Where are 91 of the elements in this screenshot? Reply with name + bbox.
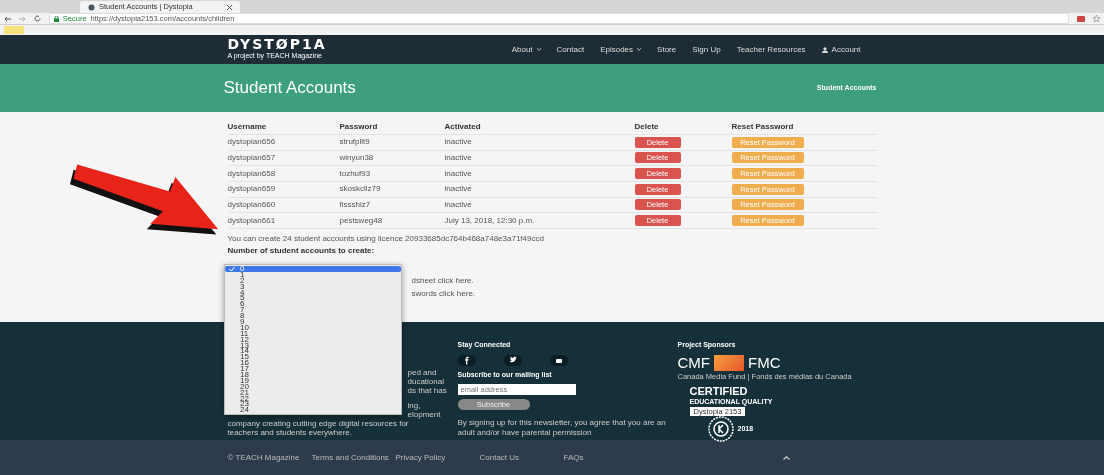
extension-icon[interactable] (1077, 15, 1086, 22)
dropdown-option[interactable]: 1 (225, 271, 401, 278)
sponsor-logo-text: FMC (748, 355, 781, 370)
table-cell: inactive (444, 165, 635, 182)
dropdown-option[interactable]: 5 (225, 295, 401, 302)
dropdown-option[interactable]: 21 (225, 389, 401, 396)
logo[interactable]: DYSTØP1A (227, 37, 327, 52)
column-header: Username (227, 120, 340, 135)
caret-icon (637, 48, 642, 51)
table-cell: fissshiz7 (339, 197, 445, 213)
check-icon (229, 266, 235, 272)
page-title: Student Accounts (223, 77, 356, 100)
field-label: Number of student accounts to create: (227, 245, 376, 258)
table-cell: inactive (444, 181, 635, 198)
dropdown-option[interactable]: 14 (225, 348, 401, 355)
footer-text: ing, (407, 401, 422, 410)
table-cell: strufplit9 (339, 134, 445, 151)
dropdown-option[interactable]: 15 (225, 354, 401, 361)
badge-title: CERTIFIED (689, 385, 748, 397)
star-icon[interactable] (1093, 15, 1100, 22)
newsletter-note: By signing up for this newsletter, you agree that you are an adult and/or have parental permission (457, 418, 667, 438)
dropdown-option[interactable]: 22 (225, 395, 401, 402)
footer-text: ped and (407, 368, 438, 377)
logo-image (714, 354, 744, 371)
dropdown-option[interactable]: 3 (225, 283, 401, 290)
table-cell: tozhuf93 (339, 165, 445, 182)
globe-icon (88, 3, 95, 11)
table-cell: inactive (444, 134, 635, 151)
dropdown-option[interactable]: 24 (225, 407, 401, 414)
table-cell: pestsweg48 (339, 212, 445, 229)
table-cell: dystopian660 (227, 197, 340, 213)
column-header: Password (339, 120, 445, 135)
table-cell: winyun38 (339, 150, 445, 166)
chevron-up-icon[interactable] (782, 455, 790, 460)
table-cell: July 13, 2018, 12:30 p.m. (444, 212, 635, 229)
footer-text: ds that has (407, 386, 448, 395)
dropdown-option[interactable]: 2 (225, 277, 401, 284)
table-cell: dystopian656 (227, 134, 340, 151)
lock-icon (53, 15, 59, 22)
sponsor-logo-text: CMF (677, 355, 710, 370)
footer-link[interactable]: Contact Us (479, 454, 564, 461)
table-cell: dystopian659 (227, 181, 340, 198)
footer-text: company creating cutting edge digital resources for (227, 419, 410, 428)
column-header: Reset Password (731, 120, 877, 135)
table-cell: skoskcliz79 (339, 181, 445, 198)
dropdown-option[interactable]: 6 (225, 301, 401, 308)
column-header: Activated (444, 120, 635, 135)
table-cell: inactive (444, 197, 635, 213)
nav-link[interactable]: Episodes (600, 43, 642, 56)
dropdown-option[interactable]: 9 (225, 319, 401, 325)
footer-text: ducational (407, 377, 445, 386)
dropdown-option[interactable]: 11 (225, 330, 401, 337)
dropdown-option[interactable]: 16 (225, 360, 401, 367)
footer-link[interactable]: Privacy Policy (395, 454, 480, 461)
user-icon (821, 46, 828, 53)
dropdown-option[interactable]: 13 (225, 342, 401, 349)
dropdown-option[interactable]: 8 (225, 313, 401, 319)
column-header: Delete (634, 120, 732, 135)
nav-link[interactable]: About (511, 43, 541, 56)
licence-text: You can create 24 student accounts using licence 20933685dc764b468a748e3a71f49ccd (227, 233, 545, 246)
nav-link[interactable]: Teacher Resources (736, 43, 806, 56)
link-text[interactable]: dsheet click here. (411, 275, 877, 288)
footer-link[interactable]: FAQs (563, 454, 648, 461)
dropdown-option[interactable]: 7 (225, 307, 401, 314)
nav-link[interactable]: Store (657, 43, 677, 56)
dropdown-option[interactable]: 23 (225, 401, 401, 408)
close-icon[interactable] (227, 4, 232, 10)
nav-link[interactable]: Sign Up (692, 43, 721, 56)
link-text[interactable]: swords click here. (411, 288, 877, 301)
footer-text: elopment (407, 410, 442, 419)
table-cell: dystopian657 (227, 150, 340, 166)
seal-icon (707, 416, 734, 443)
table-cell: dystopian661 (227, 212, 340, 229)
table-cell: inactive (444, 150, 635, 166)
dropdown-option[interactable]: 4 (225, 289, 401, 296)
footer-link[interactable]: Terms and Conditions (311, 454, 396, 461)
caret-icon (536, 48, 541, 51)
dropdown-option[interactable]: 0 (225, 266, 401, 272)
reload-icon[interactable] (33, 15, 41, 22)
back-icon[interactable] (4, 15, 11, 22)
dropdown-option[interactable]: 19 (225, 377, 401, 384)
dropdown-option[interactable]: 12 (225, 336, 401, 343)
footer-text: teachers and students everywhere. (227, 428, 353, 437)
nav-link[interactable]: Contact (556, 43, 585, 56)
nav-link[interactable]: Account (821, 43, 861, 56)
dropdown-option[interactable]: 17 (225, 366, 401, 373)
dropdown-option[interactable]: 10 (225, 324, 401, 331)
dropdown-option[interactable]: 20 (225, 383, 401, 390)
footer-link[interactable]: © TEACH Magazine (227, 454, 312, 461)
dropdown-option[interactable]: 18 (225, 372, 401, 378)
table-cell: dystopian658 (227, 165, 340, 182)
